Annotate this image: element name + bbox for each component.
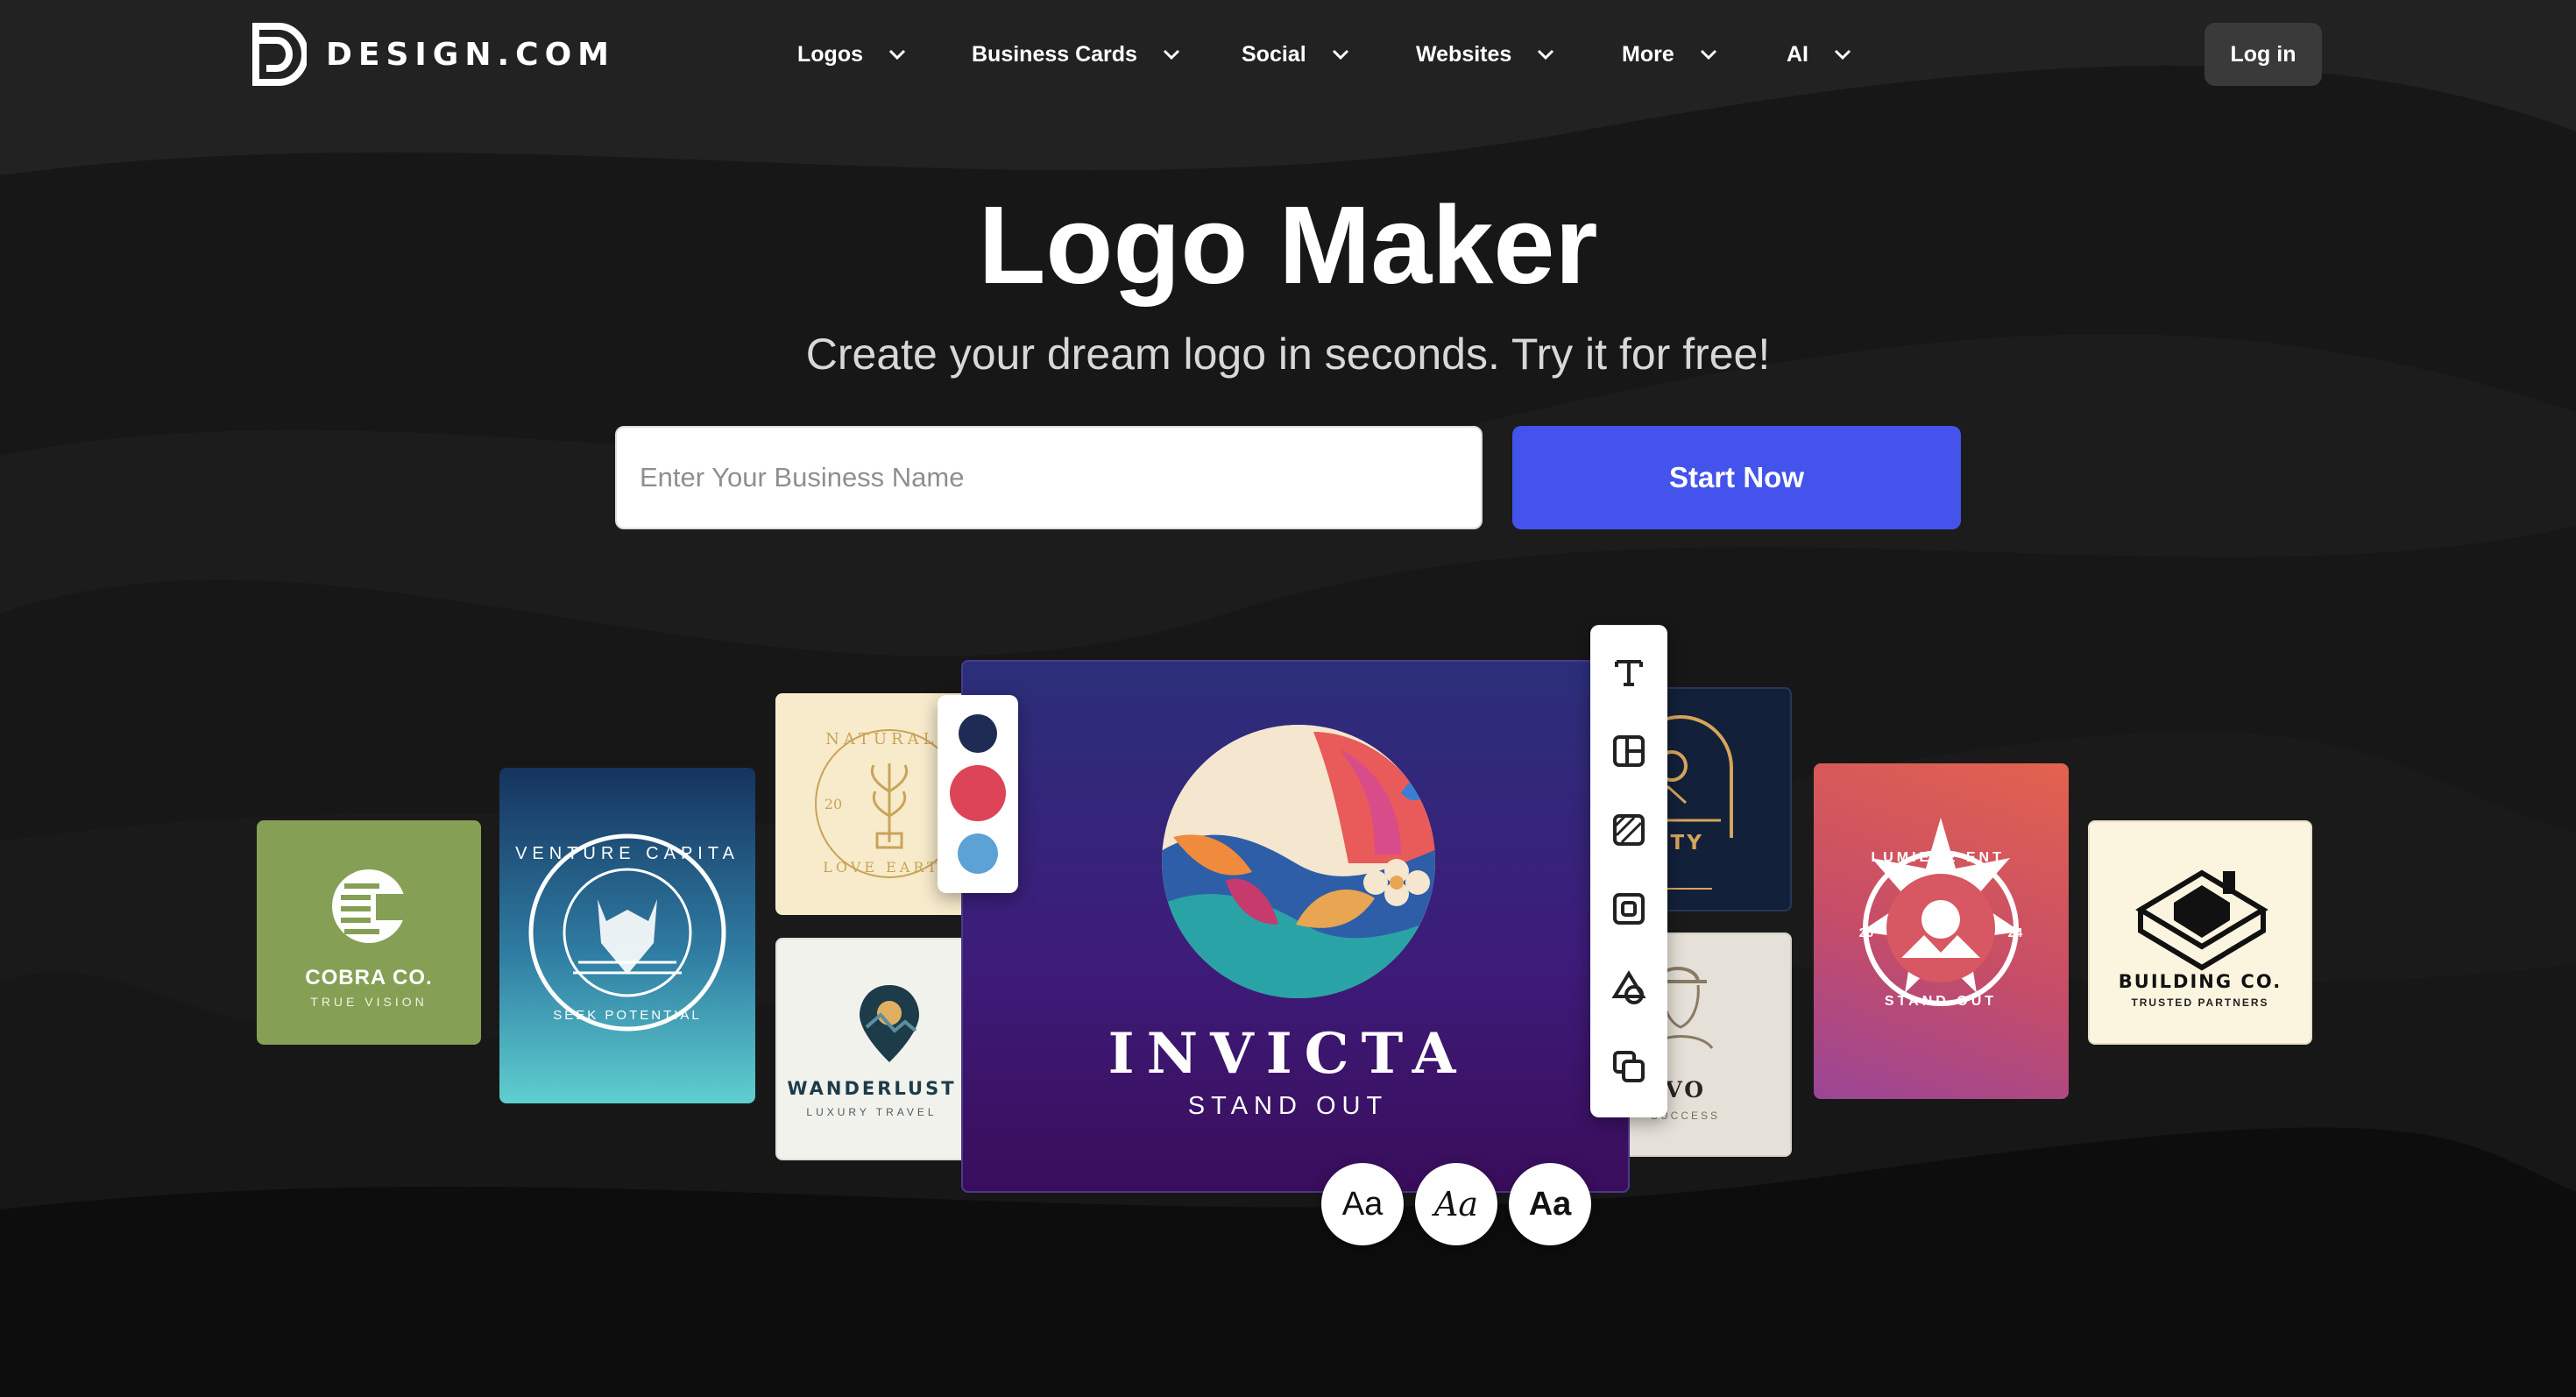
naturals-ring-bottom: LOVE EARTH (823, 859, 955, 876)
editor-toolbar (1590, 625, 1667, 1117)
chevron-down-icon (888, 49, 906, 60)
chevron-down-icon (1332, 49, 1348, 60)
text-icon[interactable] (1610, 653, 1648, 691)
invicta-title: INVICTA (1108, 1021, 1468, 1087)
building-tagline: TRUSTED PARTNERS (2131, 996, 2269, 1009)
sample-logo-building: BUILDING CO. TRUSTED PARTNERS (2088, 820, 2312, 1045)
chevron-down-icon (1163, 49, 1180, 60)
frame-icon[interactable] (1610, 890, 1648, 928)
nav-ai[interactable]: AI (1787, 35, 1852, 74)
chevron-down-icon (1538, 49, 1554, 60)
brand-name: DESIGN.COM (326, 36, 615, 73)
start-now-button[interactable]: Start Now (1512, 426, 1961, 529)
nav-social-label: Social (1242, 41, 1306, 67)
nav-more-label: More (1622, 41, 1674, 67)
venture-ring-top: VENTURE CAPITA (515, 844, 740, 863)
business-name-input[interactable] (615, 426, 1483, 529)
lumiere-left: 20 (1859, 925, 1874, 940)
font-option-serif-italic[interactable]: Aa (1415, 1163, 1497, 1245)
nav-websites-label: Websites (1416, 41, 1512, 67)
login-button[interactable]: Log in (2204, 23, 2322, 86)
nav-websites[interactable]: Websites (1416, 35, 1555, 74)
swatch-red[interactable] (950, 765, 1006, 821)
page-title: Logo Maker (978, 183, 1598, 307)
cobra-tagline: TRUE VISION (310, 995, 428, 1009)
brand-d-icon (252, 23, 307, 86)
lumiere-ring-top: LUMIERE ENT. (1871, 850, 2010, 865)
lumiere-ring-bottom: STAND OUT (1885, 994, 1997, 1009)
layout-icon[interactable] (1610, 732, 1648, 770)
nav-more[interactable]: More (1622, 35, 1718, 74)
cobra-title: COBRA CO. (305, 966, 433, 989)
color-palette (938, 695, 1018, 893)
nav-ai-label: AI (1787, 41, 1808, 67)
nav-logos-label: Logos (797, 41, 863, 67)
house-icon (2135, 869, 2268, 971)
layers-icon[interactable] (1610, 1047, 1648, 1086)
swatch-navy[interactable] (959, 714, 997, 753)
building-title: BUILDING CO. (2118, 971, 2282, 992)
nav-business-cards-label: Business Cards (972, 41, 1137, 67)
naturals-left: 20 (824, 796, 842, 812)
font-option-sans[interactable]: Aa (1321, 1163, 1404, 1245)
nav-social[interactable]: Social (1242, 35, 1350, 74)
chevron-down-icon (1834, 49, 1851, 60)
nav-business-cards[interactable]: Business Cards (972, 35, 1181, 74)
invicta-tagline: STAND OUT (1187, 1092, 1389, 1120)
brand-logo[interactable]: DESIGN.COM (252, 23, 615, 86)
pattern-icon[interactable] (1610, 811, 1648, 849)
cobra-emblem-icon (332, 869, 411, 943)
swatch-blue[interactable] (958, 833, 998, 874)
nav-logos[interactable]: Logos (797, 35, 907, 74)
naturals-ring-top: NATURALS (825, 730, 953, 748)
shapes-icon[interactable] (1610, 968, 1648, 1007)
font-option-bold[interactable]: Aa (1509, 1163, 1591, 1245)
sample-logo-cobra: COBRA CO. TRUE VISION (257, 820, 481, 1045)
lumiere-right: 24 (2008, 925, 2023, 940)
page-subtitle: Create your dream logo in seconds. Try i… (805, 330, 1771, 379)
chevron-down-icon (1700, 49, 1716, 60)
